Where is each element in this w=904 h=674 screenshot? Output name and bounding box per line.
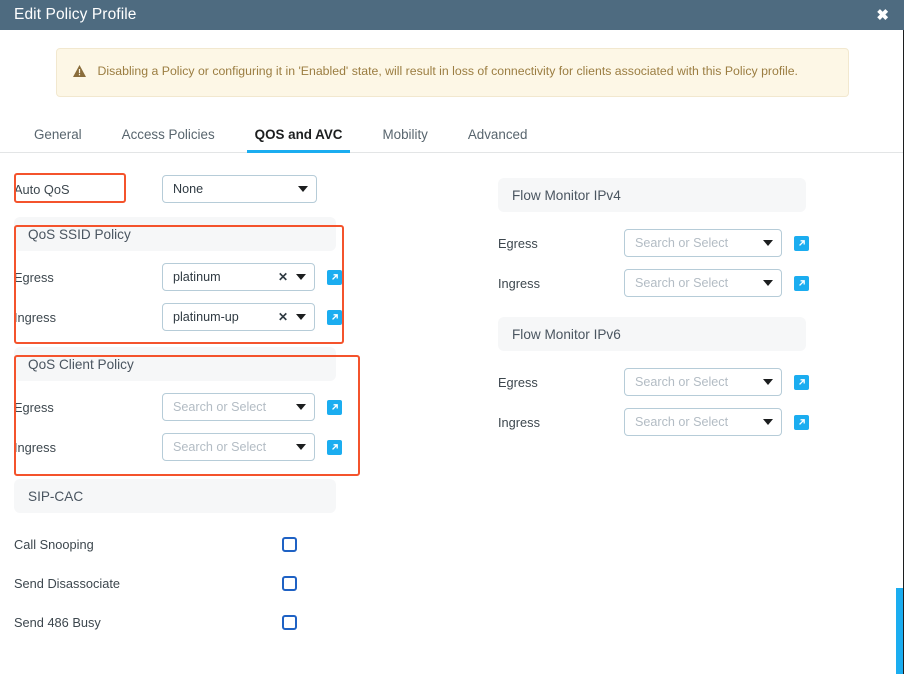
qos-ssid-egress-select[interactable]: platinum ✕ [162, 263, 315, 291]
qos-ssid-egress-external-link-icon[interactable] [327, 269, 342, 285]
send-486-busy-label: Send 486 Busy [14, 615, 101, 630]
call-snooping-label: Call Snooping [14, 537, 94, 552]
tab-advanced[interactable]: Advanced [448, 119, 548, 152]
qos-client-egress-placeholder: Search or Select [173, 400, 267, 414]
qos-ssid-ingress-label: Ingress [14, 309, 56, 325]
qos-ssid-egress-value: platinum [173, 270, 221, 284]
flow-ipv6-egress-label: Egress [498, 374, 538, 390]
vertical-scrollbar-thumb[interactable] [896, 588, 903, 674]
send-disassociate-checkbox[interactable] [282, 576, 297, 591]
flow-ipv4-ingress-label: Ingress [498, 275, 540, 291]
flow-ipv6-ingress-placeholder: Search or Select [635, 415, 729, 429]
qos-ssid-egress-label: Egress [14, 269, 54, 285]
warning-triangle-icon [72, 64, 86, 82]
send-disassociate-label: Send Disassociate [14, 576, 120, 591]
qos-client-policy-header: QoS Client Policy [14, 347, 336, 381]
flow-ipv6-egress-select[interactable]: Search or Select [624, 368, 782, 396]
flow-ipv4-egress-external-link-icon[interactable] [794, 235, 809, 251]
tab-bar: General Access Policies QOS and AVC Mobi… [0, 119, 904, 153]
warning-banner-text: Disabling a Policy or configuring it in … [97, 64, 798, 78]
right-column: Flow Monitor IPv4 Egress Search or Selec… [490, 169, 904, 642]
qos-client-ingress-external-link-icon[interactable] [327, 439, 342, 455]
clear-icon[interactable]: ✕ [278, 270, 288, 284]
flow-ipv4-ingress-row: Ingress Search or Select [498, 263, 904, 303]
flow-ipv6-ingress-row: Ingress Search or Select [498, 402, 904, 442]
qos-client-egress-external-link-icon[interactable] [327, 399, 342, 415]
clear-icon[interactable]: ✕ [278, 310, 288, 324]
dialog-title-bar: Edit Policy Profile ✖ [0, 0, 904, 30]
flow-monitor-ipv6-header: Flow Monitor IPv6 [498, 317, 806, 351]
chevron-down-icon [296, 444, 306, 450]
left-column: Auto QoS None QoS SSID Policy Egress pla… [0, 169, 490, 642]
chevron-down-icon [296, 314, 306, 320]
sip-cac-header: SIP-CAC [14, 479, 336, 513]
auto-qos-label: Auto QoS [14, 181, 70, 197]
flow-ipv6-egress-external-link-icon[interactable] [794, 374, 809, 390]
qos-client-ingress-row: Ingress Search or Select [14, 427, 490, 467]
close-icon[interactable]: ✖ [873, 6, 892, 25]
flow-ipv6-egress-row: Egress Search or Select [498, 362, 904, 402]
page-title: Edit Policy Profile [14, 6, 137, 23]
flow-ipv6-ingress-external-link-icon[interactable] [794, 414, 809, 430]
qos-ssid-egress-row: Egress platinum ✕ [14, 257, 490, 297]
qos-client-ingress-placeholder: Search or Select [173, 440, 267, 454]
flow-ipv4-ingress-select[interactable]: Search or Select [624, 269, 782, 297]
send-486-busy-row: Send 486 Busy [14, 603, 490, 642]
auto-qos-value: None [173, 182, 204, 196]
chevron-down-icon [763, 419, 773, 425]
warning-banner-wrapper: Disabling a Policy or configuring it in … [0, 30, 904, 97]
chevron-down-icon [296, 274, 306, 280]
send-disassociate-row: Send Disassociate [14, 564, 490, 603]
flow-ipv4-egress-placeholder: Search or Select [635, 236, 729, 250]
tab-qos-and-avc[interactable]: QOS and AVC [235, 119, 363, 153]
auto-qos-select[interactable]: None [162, 175, 317, 203]
form-body: Auto QoS None QoS SSID Policy Egress pla… [0, 153, 904, 642]
call-snooping-checkbox[interactable] [282, 537, 297, 552]
flow-ipv4-ingress-external-link-icon[interactable] [794, 275, 809, 291]
warning-banner: Disabling a Policy or configuring it in … [55, 48, 849, 97]
call-snooping-row: Call Snooping [14, 525, 490, 564]
qos-client-egress-label: Egress [14, 399, 54, 415]
qos-client-egress-row: Egress Search or Select [14, 387, 490, 427]
auto-qos-row: Auto QoS None [14, 169, 490, 209]
flow-monitor-ipv4-header: Flow Monitor IPv4 [498, 178, 806, 212]
flow-ipv4-ingress-placeholder: Search or Select [635, 276, 729, 290]
chevron-down-icon [763, 379, 773, 385]
send-486-busy-checkbox[interactable] [282, 615, 297, 630]
qos-client-ingress-select[interactable]: Search or Select [162, 433, 315, 461]
qos-ssid-ingress-row: Ingress platinum-up ✕ [14, 297, 490, 337]
flow-ipv6-ingress-label: Ingress [498, 414, 540, 430]
tab-general[interactable]: General [14, 119, 102, 152]
qos-ssid-ingress-external-link-icon[interactable] [327, 309, 342, 325]
flow-ipv6-egress-placeholder: Search or Select [635, 375, 729, 389]
qos-ssid-policy-header: QoS SSID Policy [14, 217, 336, 251]
chevron-down-icon [298, 186, 308, 192]
flow-ipv4-egress-row: Egress Search or Select [498, 223, 904, 263]
flow-ipv4-egress-select[interactable]: Search or Select [624, 229, 782, 257]
chevron-down-icon [296, 404, 306, 410]
qos-client-egress-select[interactable]: Search or Select [162, 393, 315, 421]
qos-client-ingress-label: Ingress [14, 439, 56, 455]
chevron-down-icon [763, 280, 773, 286]
qos-ssid-ingress-select[interactable]: platinum-up ✕ [162, 303, 315, 331]
flow-ipv6-ingress-select[interactable]: Search or Select [624, 408, 782, 436]
tab-mobility[interactable]: Mobility [362, 119, 447, 152]
qos-ssid-ingress-value: platinum-up [173, 310, 239, 324]
flow-ipv4-egress-label: Egress [498, 235, 538, 251]
chevron-down-icon [763, 240, 773, 246]
tab-access-policies[interactable]: Access Policies [102, 119, 235, 152]
